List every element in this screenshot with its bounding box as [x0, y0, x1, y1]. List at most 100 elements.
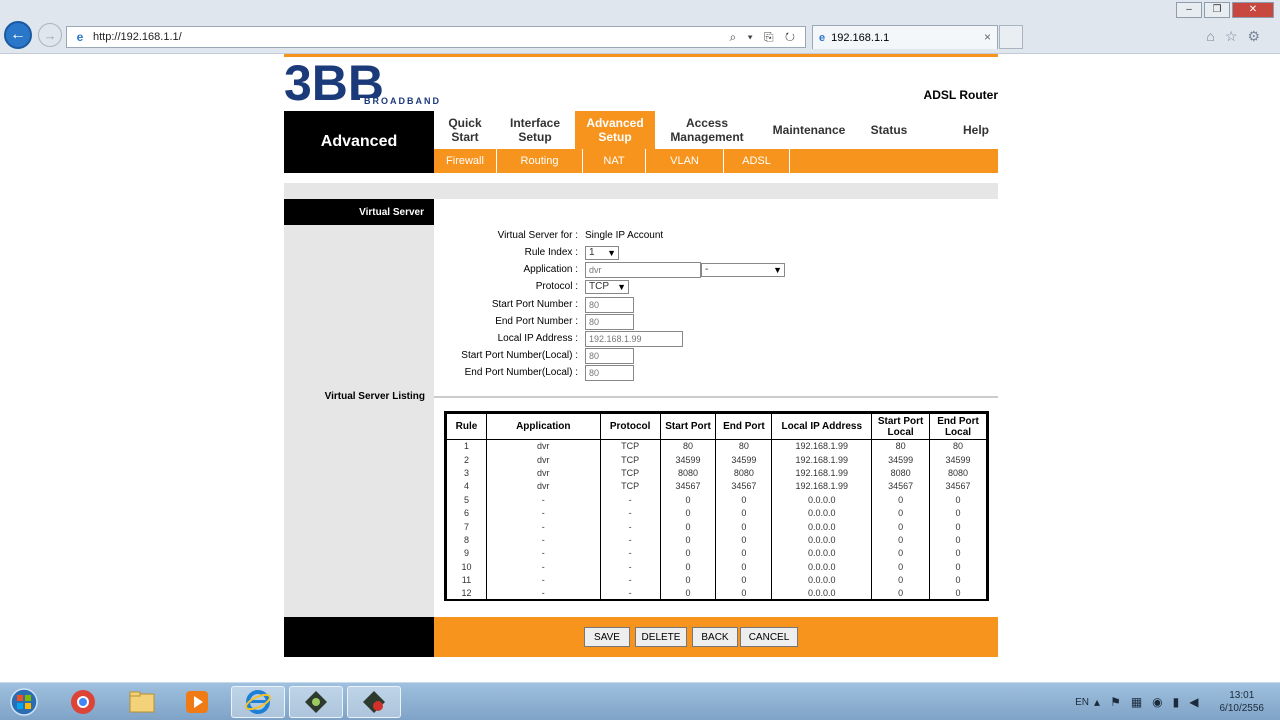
table-cell: TCP — [599, 452, 661, 467]
forward-button[interactable]: → — [38, 23, 62, 47]
end-port-local-input[interactable]: 80 — [585, 365, 634, 381]
table-cell: 0 — [871, 586, 931, 601]
menu-interface-setup[interactable]: Interface Setup — [502, 111, 568, 149]
table-cell: 0 — [659, 560, 717, 574]
table-cell: 0 — [929, 560, 987, 574]
product-name: ADSL Router — [923, 88, 998, 102]
submenu-vlan[interactable]: VLAN — [646, 149, 724, 173]
brand-logo: 3BB BROADBAND — [284, 55, 474, 111]
table-row: 1 dvr TCP 80 80 192.168.1.99 80 80 — [446, 439, 987, 453]
file-explorer-icon[interactable] — [115, 686, 169, 718]
local-ip-input[interactable]: 192.168.1.99 — [585, 331, 683, 347]
table-cell: 8 — [446, 533, 487, 547]
back-page-button[interactable]: BACK — [692, 627, 738, 647]
menu-quick-start[interactable]: Quick Start — [444, 111, 486, 149]
table-cell: 80 — [929, 439, 987, 453]
app-1-icon[interactable] — [289, 686, 343, 718]
application-select[interactable]: - ▼ — [701, 263, 785, 277]
table-cell: 0 — [715, 519, 773, 534]
rule-index-select[interactable]: 1 ▼ — [585, 246, 619, 260]
table-cell: 7 — [446, 519, 487, 534]
save-button[interactable]: SAVE — [584, 627, 630, 647]
language-indicator[interactable]: EN — [1075, 697, 1089, 708]
volume-icon[interactable]: ◀ — [1189, 695, 1198, 709]
protocol-value: TCP — [589, 281, 609, 292]
table-cell: 0.0.0.0 — [771, 573, 873, 587]
start-orb-icon[interactable] — [2, 686, 46, 718]
submenu-adsl[interactable]: ADSL — [724, 149, 790, 173]
submenu-firewall[interactable]: Firewall — [434, 149, 497, 173]
taskbar: EN ▴ ⚑ ▦ ◉ ▮ ◀ 13:01 6/10/2556 — [0, 682, 1280, 720]
end-port-input[interactable]: 80 — [585, 314, 634, 330]
media-player-icon[interactable] — [170, 686, 224, 718]
table-cell: - — [599, 519, 661, 534]
app-2-icon[interactable] — [347, 686, 401, 718]
section-title: Advanced — [284, 111, 434, 173]
submenu-routing[interactable]: Routing — [497, 149, 583, 173]
left-sidebar — [284, 199, 434, 617]
menu-access-management[interactable]: Access Management — [664, 111, 750, 149]
tools-icon[interactable]: ⚙ — [1247, 28, 1270, 44]
start-port-label: Start Port Number : — [491, 299, 578, 310]
new-tab-button[interactable] — [999, 25, 1023, 49]
start-port-local-input[interactable]: 80 — [585, 348, 634, 364]
table-cell: 192.168.1.99 — [771, 479, 873, 494]
maximize-icon[interactable]: ❐ — [1204, 2, 1230, 18]
footer-bar: SAVE DELETE BACK CANCEL — [434, 617, 998, 657]
table-cell: 0 — [871, 493, 931, 507]
table-cell: 0 — [929, 573, 987, 587]
browser-tab[interactable]: e 192.168.1.1 × — [812, 25, 998, 49]
table-cell: 0.0.0.0 — [771, 506, 873, 520]
minimize-icon[interactable]: – — [1176, 2, 1202, 18]
table-cell: 0 — [871, 546, 931, 561]
menu-maintenance[interactable]: Maintenance — [766, 111, 852, 149]
router-page: 3BB BROADBAND ADSL Router Advanced Quick… — [284, 54, 998, 658]
table-cell: 0 — [871, 506, 931, 520]
submenu-nat[interactable]: NAT — [583, 149, 646, 173]
table-cell: 0.0.0.0 — [771, 546, 873, 561]
tray-arrow-icon[interactable]: ▴ — [1094, 695, 1100, 709]
table-cell: 0 — [715, 546, 773, 561]
address-bar[interactable]: e http://192.168.1.1/ ⌕ ▾ ⎘ ↻ — [66, 26, 806, 48]
table-cell: dvr — [485, 466, 601, 480]
internet-explorer-icon[interactable] — [231, 686, 285, 718]
favorites-icon[interactable]: ☆ — [1225, 28, 1248, 44]
col-end-port-local: End Port Local — [929, 413, 987, 440]
table-cell: 0 — [659, 493, 717, 507]
signal-icon[interactable]: ▮ — [1173, 695, 1180, 709]
menu-help[interactable]: Help — [954, 111, 998, 149]
system-tray: EN ▴ ⚑ ▦ ◉ ▮ ◀ 13:01 6/10/2556 — [1075, 689, 1264, 715]
application-input[interactable]: dvr — [585, 262, 701, 278]
back-button[interactable]: ← — [4, 21, 32, 49]
delete-button[interactable]: DELETE — [635, 627, 687, 647]
network-icon[interactable]: ▦ — [1131, 695, 1142, 709]
status-icon[interactable]: ◉ — [1152, 695, 1162, 709]
home-icon[interactable]: ⌂ — [1206, 28, 1224, 44]
table-cell: 0 — [871, 573, 931, 587]
close-window-icon[interactable]: ✕ — [1232, 2, 1274, 18]
menu-advanced-setup[interactable]: Advanced Setup — [575, 111, 655, 149]
tab-close-icon[interactable]: × — [984, 30, 991, 44]
protocol-select[interactable]: TCP ▼ — [585, 280, 629, 294]
table-cell: 0 — [871, 560, 931, 574]
cancel-button[interactable]: CANCEL — [740, 627, 798, 647]
menu-status[interactable]: Status — [864, 111, 914, 149]
address-tools-icons[interactable]: ⌕ ▾ ⎘ ↻ — [730, 30, 799, 45]
col-end-port: End Port — [715, 413, 773, 440]
window-controls: – ❐ ✕ — [1174, 2, 1274, 18]
table-cell: 3 — [446, 466, 487, 480]
table-cell: 34599 — [659, 452, 717, 467]
virtual-server-table: Rule Application Protocol Start Port End… — [444, 411, 989, 601]
col-rule: Rule — [446, 413, 487, 440]
start-port-input[interactable]: 80 — [585, 297, 634, 313]
table-body: 1 dvr TCP 80 80 192.168.1.99 80 80 2 dvr TCP 34599 3… — [446, 439, 987, 601]
chrome-browser-icon[interactable] — [56, 686, 110, 718]
flag-icon[interactable]: ⚑ — [1110, 695, 1121, 709]
table-cell: 9 — [446, 546, 487, 561]
table-cell: dvr — [485, 479, 601, 494]
table-cell: 0.0.0.0 — [771, 586, 873, 601]
clock[interactable]: 13:01 6/10/2556 — [1220, 689, 1265, 715]
url-text[interactable]: http://192.168.1.1/ — [93, 31, 182, 43]
table-cell: - — [599, 493, 661, 507]
table-cell: 0 — [659, 533, 717, 547]
